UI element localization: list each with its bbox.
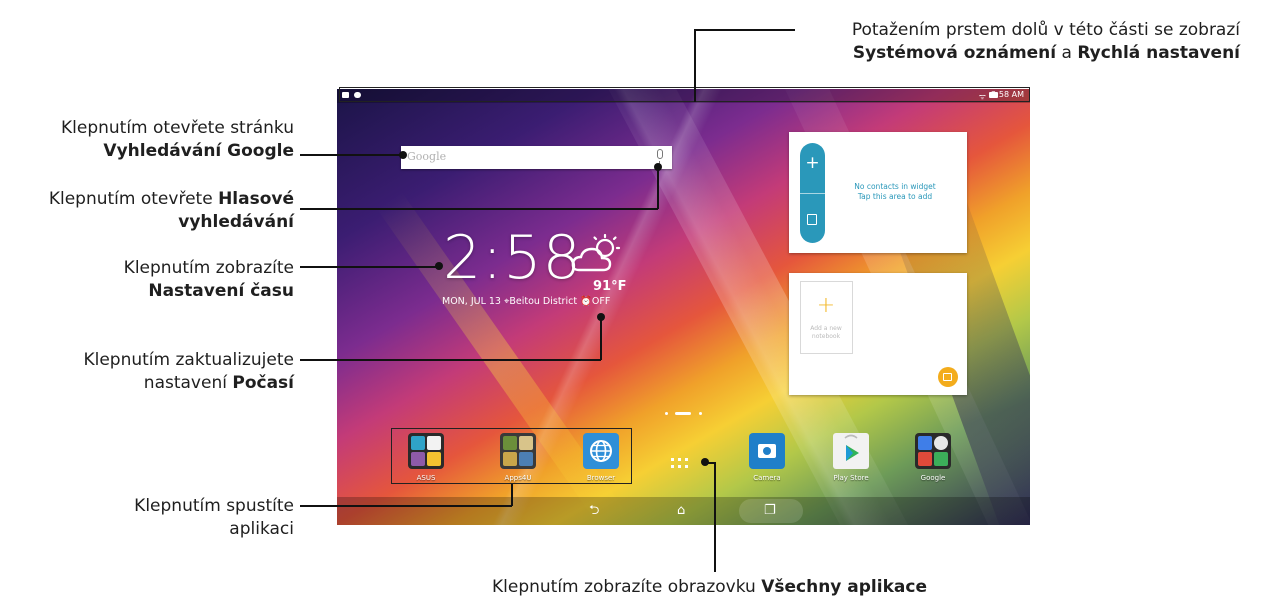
callout-google-search: Klepnutím otevřete stránku Vyhledávání G… — [60, 118, 294, 161]
leader-line — [695, 29, 795, 31]
search-placeholder: Google — [407, 150, 447, 163]
camera-icon — [749, 433, 785, 469]
leader-line — [657, 170, 659, 209]
app-google-folder[interactable]: Google — [903, 433, 963, 482]
leader-line — [694, 29, 696, 102]
leader-line — [300, 505, 512, 507]
recent-apps-icon[interactable]: ❐ — [764, 504, 776, 517]
edit-icon[interactable] — [807, 214, 817, 225]
clock-time[interactable]: 2:58 — [443, 227, 582, 289]
date-location-line[interactable]: MON, JUL 13 ⌖Beitou District ⏰OFF — [442, 296, 610, 307]
page-dot — [699, 412, 702, 415]
app-camera[interactable]: Camera — [737, 433, 797, 482]
all-apps-button[interactable] — [671, 458, 689, 468]
add-contact-icon[interactable]: + — [800, 155, 825, 172]
partly-cloudy-icon[interactable] — [570, 234, 622, 274]
callout-time-settings: Klepnutím zobrazíte Nastavení času — [123, 258, 294, 301]
leader-dot — [654, 163, 662, 171]
google-search-bar[interactable]: Google — [401, 146, 672, 169]
add-notebook-plus-icon: + — [816, 293, 836, 318]
page-dot-active — [675, 412, 691, 415]
leader-dot — [399, 151, 407, 159]
back-icon[interactable]: ⮌ — [589, 504, 599, 517]
notebook-widget[interactable]: + Add a new notebook — [789, 273, 967, 395]
google-folder-icon — [915, 433, 951, 469]
leader-line — [300, 359, 601, 361]
leader-line — [300, 266, 438, 268]
status-bar-highlight-box — [339, 87, 1030, 102]
leader-line — [714, 462, 716, 572]
leader-dot — [435, 262, 443, 270]
leader-line — [300, 154, 401, 156]
contacts-action-pill: + — [800, 143, 825, 243]
contacts-widget[interactable]: + No contacts in widget Tap this area to… — [789, 132, 967, 253]
home-icon[interactable]: ⌂ — [677, 504, 685, 517]
page-dot — [665, 412, 668, 415]
mic-icon[interactable] — [657, 149, 663, 165]
leader-line — [300, 208, 658, 210]
leader-line — [511, 484, 513, 506]
callout-launch-app: Klepnutím spustíte aplikaci — [134, 496, 294, 539]
apps-highlight-box — [391, 428, 632, 484]
contacts-empty-message[interactable]: No contacts in widget Tap this area to a… — [835, 182, 955, 202]
leader-line — [600, 318, 602, 360]
notebook-open-icon[interactable] — [938, 367, 958, 387]
callout-weather: Klepnutím zaktualizujete nastavení Počas… — [83, 350, 294, 393]
navigation-bar: ⮌ ⌂ ❐ — [337, 497, 1030, 525]
leader-dot — [597, 313, 605, 321]
play-glyph — [844, 434, 859, 461]
callout-all-apps: Klepnutím zobrazíte obrazovku Všechny ap… — [492, 577, 927, 597]
callout-voice-search: Klepnutím otevřete Hlasové vyhledávání — [48, 189, 294, 232]
play-store-icon — [833, 433, 869, 469]
callout-status-bar: Potažením prstem dolů v této části se zo… — [851, 20, 1240, 63]
pill-divider — [800, 193, 825, 194]
app-play-store[interactable]: Play Store — [821, 433, 881, 482]
add-notebook-card[interactable]: + Add a new notebook — [800, 281, 853, 354]
temperature[interactable]: 91°F — [593, 279, 626, 294]
leader-dot — [701, 458, 709, 466]
